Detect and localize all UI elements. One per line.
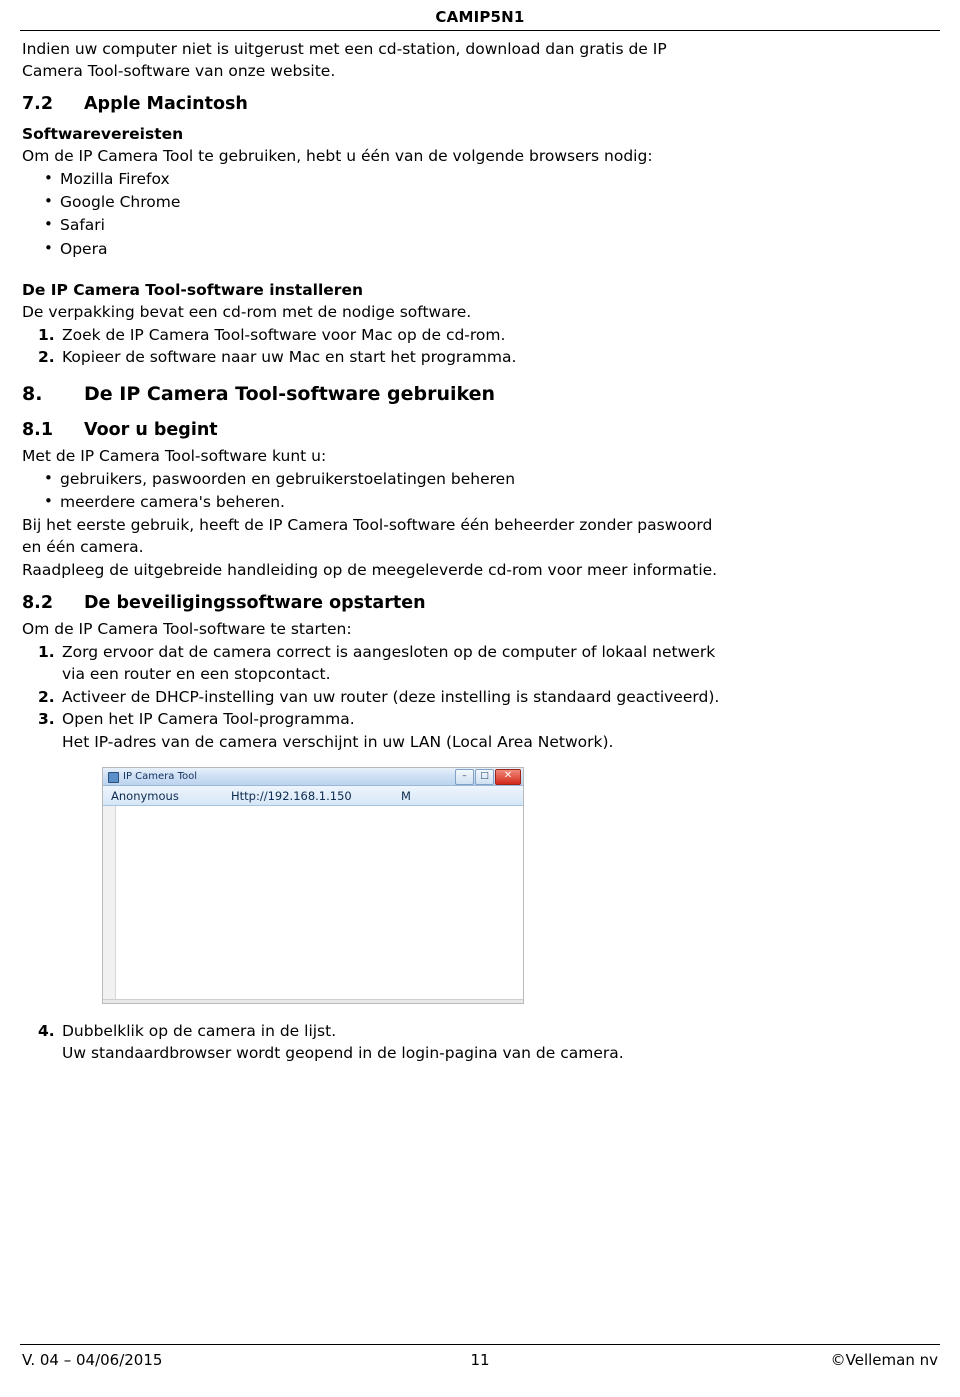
list-item: Safari <box>22 213 722 237</box>
window-statusbar <box>103 998 523 1003</box>
begin-bullet-list: gebruikers, paswoorden en gebruikerstoel… <box>22 467 722 515</box>
heading-8-2-number: 8.2 <box>22 593 54 614</box>
software-requirements-heading: Softwarevereisten <box>22 124 184 143</box>
camera-name-cell: Anonymous <box>111 788 179 803</box>
install-intro: De verpakking bevat een cd-rom met de no… <box>22 302 472 321</box>
list-item-marker: 3. <box>38 710 55 729</box>
list-item: 2. Activeer de DHCP-instelling van uw ro… <box>22 686 722 708</box>
footer-copyright: ©Velleman nv <box>830 1351 938 1369</box>
intro-paragraph: Indien uw computer niet is uitgerust met… <box>22 40 667 80</box>
heading-7-2-title: Apple Macintosh <box>84 94 248 114</box>
list-item-text: Activeer de DHCP-instelling van uw route… <box>62 687 720 706</box>
page-footer: V. 04 – 04/06/2015 11 ©Velleman nv <box>22 1351 938 1375</box>
close-icon: ✕ <box>503 769 513 781</box>
start-step3-note: Het IP-adres van de camera verschijnt in… <box>62 732 614 751</box>
list-item-marker: 2. <box>38 348 55 367</box>
window-title: IP Camera Tool <box>123 770 198 782</box>
heading-8-1: 8.1 Voor u begint <box>22 418 722 443</box>
heading-8-number: 8. <box>22 382 43 405</box>
document-page: CAMIP5N1 Indien uw computer niet is uitg… <box>0 0 960 1397</box>
list-item: 1. Zorg ervoor dat de camera correct is … <box>22 641 722 686</box>
camera-flag-cell: M <box>401 788 411 803</box>
list-item-marker: 1. <box>38 642 55 661</box>
begin-paragraph-1: Bij het eerste gebruik, heeft de IP Came… <box>22 516 713 557</box>
software-requirements-intro: Om de IP Camera Tool te gebruiken, hebt … <box>22 146 653 165</box>
camera-list-row[interactable]: Anonymous Http://192.168.1.150 M <box>103 785 523 806</box>
start-steps-list: 1. Zorg ervoor dat de camera correct is … <box>22 641 722 731</box>
begin-intro: Met de IP Camera Tool-software kunt u: <box>22 446 327 465</box>
browser-list: Mozilla Firefox Google Chrome Safari Ope… <box>22 167 722 261</box>
list-item-marker: 4. <box>38 1021 55 1040</box>
heading-8-title: De IP Camera Tool-software gebruiken <box>84 382 496 405</box>
minimize-button[interactable]: – <box>455 768 474 785</box>
heading-7-2-number: 7.2 <box>22 94 54 114</box>
footer-page-number: 11 <box>470 1351 490 1369</box>
list-item-text: Dubbelklik op de camera in de lijst. <box>62 1021 337 1040</box>
header-divider <box>20 30 940 31</box>
camera-list-body[interactable] <box>103 805 523 1003</box>
install-heading: De IP Camera Tool-software installeren <box>22 280 363 299</box>
heading-8-1-number: 8.1 <box>22 419 54 440</box>
list-gutter <box>103 805 116 1003</box>
list-item: Google Chrome <box>22 190 722 214</box>
list-item: Opera <box>22 237 722 261</box>
maximize-button[interactable]: □ <box>475 768 494 785</box>
list-item: gebruikers, paswoorden en gebruikerstoel… <box>22 467 722 491</box>
install-steps-list: 1. Zoek de IP Camera Tool-software voor … <box>22 324 722 369</box>
minimize-icon: – <box>462 770 467 781</box>
window-controls: – □ ✕ <box>455 768 521 785</box>
window-titlebar: IP Camera Tool – □ ✕ <box>103 767 523 786</box>
close-button[interactable]: ✕ <box>495 768 521 785</box>
list-item-marker: 2. <box>38 687 55 706</box>
ip-camera-tool-window: IP Camera Tool – □ ✕ Anonymous Http://19… <box>103 767 523 1003</box>
ip-camera-tool-screenshot: IP Camera Tool – □ ✕ Anonymous Http://19… <box>102 766 524 1004</box>
list-item: meerdere camera's beheren. <box>22 490 722 514</box>
heading-8-1-title: Voor u begint <box>84 419 218 440</box>
heading-8-2: 8.2 De beveiligingssoftware opstarten <box>22 591 722 616</box>
list-item: 3. Open het IP Camera Tool-programma. <box>22 708 722 730</box>
heading-7-2: 7.2 Apple Macintosh <box>22 92 722 117</box>
list-item-marker: 1. <box>38 325 55 344</box>
heading-8: 8. De IP Camera Tool-software gebruiken <box>22 381 722 408</box>
list-item-text: Kopieer de software naar uw Mac en start… <box>62 348 517 367</box>
maximize-icon: □ <box>480 770 489 781</box>
list-item-text: Open het IP Camera Tool-programma. <box>62 710 355 729</box>
footer-divider <box>20 1344 940 1345</box>
list-item-text: Zorg ervoor dat de camera correct is aan… <box>62 642 716 684</box>
start-intro: Om de IP Camera Tool-software te starten… <box>22 619 352 638</box>
document-content: Indien uw computer niet is uitgerust met… <box>22 38 722 1065</box>
after-note: Uw standaardbrowser wordt geopend in de … <box>62 1044 624 1063</box>
list-item-text: Zoek de IP Camera Tool-software voor Mac… <box>62 325 506 344</box>
list-item: Mozilla Firefox <box>22 167 722 191</box>
heading-8-2-title: De beveiligingssoftware opstarten <box>84 593 426 614</box>
camera-address-cell: Http://192.168.1.150 <box>231 788 352 803</box>
begin-paragraph-2: Raadpleeg de uitgebreide handleiding op … <box>22 561 718 580</box>
list-item: 1. Zoek de IP Camera Tool-software voor … <box>22 324 722 346</box>
after-steps-list: 4. Dubbelklik op de camera in de lijst. <box>22 1020 722 1042</box>
list-item: 4. Dubbelklik op de camera in de lijst. <box>22 1020 722 1042</box>
list-item: 2. Kopieer de software naar uw Mac en st… <box>22 346 722 368</box>
camera-app-icon <box>108 771 119 783</box>
page-header-title: CAMIP5N1 <box>435 8 525 26</box>
